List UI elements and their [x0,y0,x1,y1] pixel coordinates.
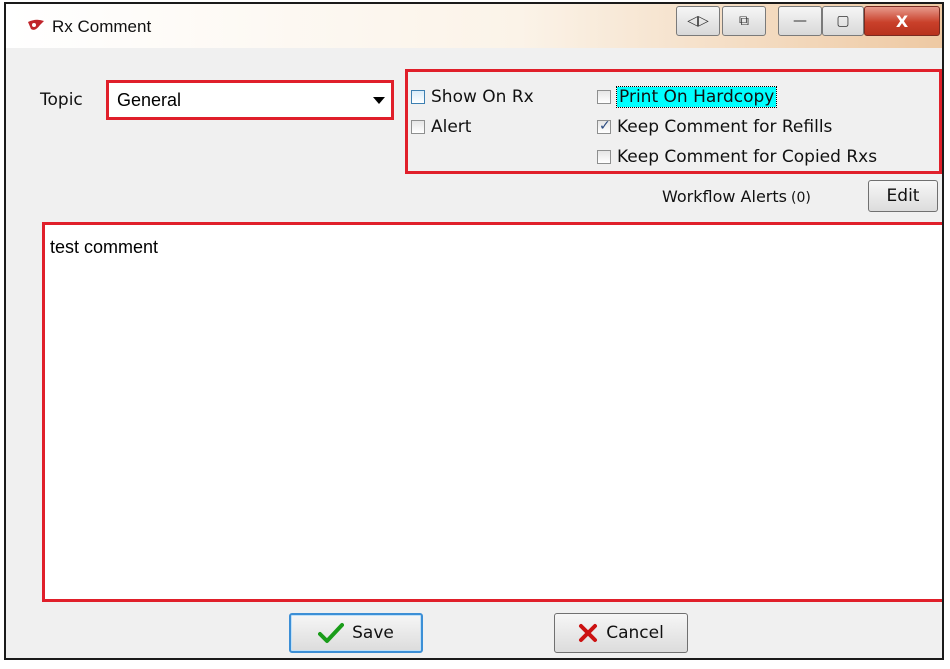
alert-option[interactable]: Alert [411,116,471,138]
edit-workflow-button[interactable]: Edit [868,180,938,212]
workflow-alerts-text: Workflow Alerts [662,187,787,206]
save-label: Save [352,623,394,643]
topic-select[interactable]: General [106,80,394,120]
keep-for-refills-option[interactable]: ✓ Keep Comment for Refills [597,116,832,138]
title-bar[interactable]: Rx Comment ◁▷ ⧉ — ▢ X [6,4,942,48]
check-icon [318,623,345,643]
keep-for-refills-label: Keep Comment for Refills [617,117,833,137]
rx-comment-dialog: Rx Comment ◁▷ ⧉ — ▢ X Topic General Show… [4,2,944,660]
comment-text: test comment [50,237,159,257]
show-on-rx-option[interactable]: Show On Rx [411,86,534,108]
app-logo-icon [28,19,44,30]
topic-value: General [117,90,182,110]
chevron-down-icon[interactable] [373,97,385,104]
keep-for-copied-label: Keep Comment for Copied Rxs [617,147,878,167]
dock-icon[interactable]: ⧉ [722,6,766,36]
alert-checkbox[interactable] [411,120,425,134]
window-title: Rx Comment [52,17,152,36]
keep-for-copied-checkbox[interactable] [597,150,611,164]
cancel-button[interactable]: Cancel [554,613,688,653]
show-on-rx-label: Show On Rx [431,87,534,107]
show-on-rx-checkbox[interactable] [411,90,425,104]
minimize-button[interactable]: — [778,6,822,36]
maximize-button[interactable]: ▢ [822,6,864,36]
print-on-hardcopy-checkbox[interactable] [597,90,611,104]
keep-for-refills-checkbox[interactable]: ✓ [597,118,611,134]
workflow-alerts-count: (0) [790,190,811,206]
print-on-hardcopy-option[interactable]: Print On Hardcopy [597,86,778,108]
topic-label: Topic [40,90,83,110]
comment-textarea[interactable]: test comment [42,222,942,602]
save-button[interactable]: Save [289,613,423,653]
cancel-label: Cancel [606,623,664,643]
alert-label: Alert [431,117,472,137]
print-on-hardcopy-label: Print On Hardcopy [615,86,778,108]
snap-icon[interactable]: ◁▷ [676,6,720,36]
cancel-x-icon [579,624,598,642]
close-button[interactable]: X [864,6,940,36]
workflow-alerts-label: Workflow Alerts (0) [662,187,811,206]
check-mark-icon: ✓ [599,118,611,134]
keep-for-copied-option[interactable]: Keep Comment for Copied Rxs [597,146,877,168]
